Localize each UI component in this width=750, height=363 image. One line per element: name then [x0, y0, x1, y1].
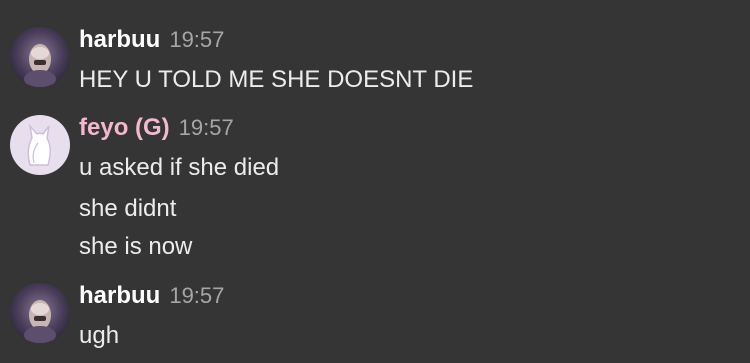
- timestamp: 19:57: [178, 115, 234, 140]
- user-avatar-icon[interactable]: [10, 283, 70, 343]
- username[interactable]: harbuu: [79, 26, 160, 54]
- message-line: she didnt: [79, 195, 177, 222]
- message-line: u asked if she died: [79, 154, 280, 181]
- message-line: ugh: [79, 322, 120, 349]
- cat-silhouette-avatar-icon[interactable]: [10, 115, 70, 175]
- username[interactable]: feyo (G): [79, 114, 170, 142]
- user-avatar-icon[interactable]: [10, 27, 70, 87]
- message-line: she is now: [79, 233, 193, 260]
- username[interactable]: harbuu: [79, 282, 160, 310]
- timestamp: 19:57: [169, 27, 225, 52]
- message-line: HEY U TOLD ME SHE DOESNT DIE: [79, 66, 474, 93]
- timestamp: 19:57: [169, 283, 225, 308]
